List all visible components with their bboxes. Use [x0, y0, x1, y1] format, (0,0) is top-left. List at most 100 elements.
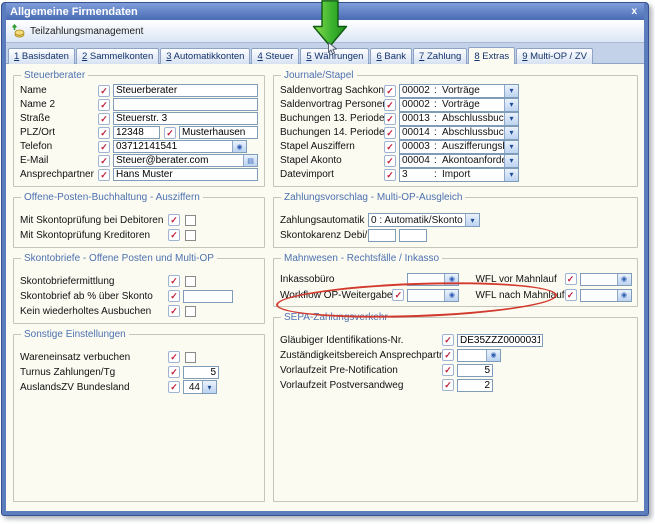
group-journale: Journale/Stapel Saldenvortrag Sachkonten…: [273, 70, 638, 187]
combo-value: 44: [184, 382, 202, 393]
telefon-input[interactable]: [114, 141, 232, 152]
zahlungsautomatik-combobox[interactable]: 0 : Automatik/Skonto ▾: [368, 213, 480, 227]
journal-combobox[interactable]: 00003 : Auszifferungsbu ▾: [399, 140, 519, 154]
wfl-vor-input[interactable]: [581, 274, 617, 285]
edit-check-icon[interactable]: ✓: [98, 85, 110, 97]
vorlaufzeit-postversandweg-input[interactable]: [457, 379, 493, 392]
auslandszv-combobox[interactable]: 44 ▾: [183, 380, 217, 394]
lookup-icon[interactable]: ◉: [486, 350, 500, 361]
edit-check-icon[interactable]: ✓: [384, 141, 396, 153]
lookup-icon[interactable]: ◉: [617, 290, 631, 301]
tab-basisdaten[interactable]: 1 Basisdaten: [8, 48, 75, 64]
chevron-down-icon[interactable]: ▾: [504, 113, 518, 125]
edit-check-icon[interactable]: ✓: [168, 351, 180, 363]
group-steuerberater: Steuerberater Name ✓ Name 2 ✓ Straße ✓: [13, 70, 265, 187]
vorlaufzeit-prenotification-input[interactable]: [457, 364, 493, 377]
field-label: Telefon: [20, 141, 98, 152]
edit-check-icon[interactable]: ✓: [565, 289, 577, 301]
chevron-down-icon[interactable]: ▾: [504, 155, 518, 167]
chevron-down-icon[interactable]: ▾: [504, 169, 518, 181]
tab-extras-active[interactable]: 8 Extras: [468, 47, 515, 64]
edit-check-icon[interactable]: ✓: [384, 99, 396, 111]
chevron-down-icon[interactable]: ▾: [504, 127, 518, 139]
journal-combobox[interactable]: 00014 : Abschlussbuchu ▾: [399, 126, 519, 140]
skontopruefung-kreditoren-checkbox[interactable]: [185, 230, 196, 241]
chevron-down-icon[interactable]: ▾: [504, 85, 518, 97]
field-label: Skontokarenz Debi/Kredi: [280, 230, 368, 241]
ort-input[interactable]: [179, 126, 258, 139]
field-label: Wareneinsatz verbuchen: [20, 352, 168, 363]
skontobrief-prozent-input[interactable]: [183, 290, 233, 303]
edit-check-icon[interactable]: ✓: [442, 364, 454, 376]
plz-input[interactable]: [113, 126, 160, 139]
edit-check-icon[interactable]: ✓: [384, 113, 396, 125]
edit-check-icon[interactable]: ✓: [565, 273, 577, 285]
tab-steuer[interactable]: 4 Steuer: [251, 48, 299, 64]
ansprechpartner-input[interactable]: [113, 168, 258, 181]
edit-check-icon[interactable]: ✓: [384, 169, 396, 181]
journal-combobox[interactable]: 00002 : Vorträge ▾: [399, 84, 519, 98]
edit-check-icon[interactable]: ✓: [442, 379, 454, 391]
edit-check-icon[interactable]: ✓: [384, 155, 396, 167]
edit-check-icon[interactable]: ✓: [384, 127, 396, 139]
chevron-down-icon[interactable]: ▾: [504, 141, 518, 153]
edit-check-icon[interactable]: ✓: [98, 99, 110, 111]
edit-check-icon[interactable]: ✓: [168, 305, 180, 317]
lookup-icon[interactable]: ◉: [617, 274, 631, 285]
chevron-down-icon[interactable]: ▾: [465, 214, 479, 226]
journal-code: 00002: [400, 85, 434, 96]
wareneinsatz-checkbox[interactable]: [185, 352, 196, 363]
edit-check-icon[interactable]: ✓: [98, 169, 110, 181]
edit-check-icon[interactable]: ✓: [98, 127, 110, 139]
edit-check-icon[interactable]: ✓: [442, 349, 454, 361]
edit-check-icon[interactable]: ✓: [168, 381, 180, 393]
tab-multi-op-zv[interactable]: 9 Multi-OP / ZV: [516, 48, 593, 64]
edit-check-icon[interactable]: ✓: [98, 141, 110, 153]
kein-wiederholtes-ausbuchen-checkbox[interactable]: [185, 306, 196, 317]
field-label: Buchungen 13. Periode: [280, 113, 384, 124]
tab-automatikkonten[interactable]: 3 Automatikkonten: [160, 48, 250, 64]
name-input[interactable]: [113, 84, 258, 97]
group-sepa: SEPA-Zahlungsverkehr Gläubiger Identifik…: [273, 312, 638, 502]
row-saldenvortrag-personenkonten: Saldenvortrag Personenk. ✓ 00002 : Vortr…: [280, 98, 631, 111]
edit-check-icon[interactable]: ✓: [168, 275, 180, 287]
field-label: Inkassobüro: [280, 274, 407, 285]
journal-combobox[interactable]: 00004 : Akontoanforder ▾: [399, 154, 519, 168]
app-window: Allgemeine Firmendaten x Teilzahlungsman…: [1, 2, 649, 516]
edit-check-icon[interactable]: ✓: [168, 366, 180, 378]
edit-check-icon[interactable]: ✓: [168, 290, 180, 302]
skontokarenz-kredi-input[interactable]: [399, 229, 427, 242]
skontokarenz-debi-input[interactable]: [368, 229, 396, 242]
glaeubiger-id-input[interactable]: [457, 334, 543, 347]
field-label: Kein wiederholtes Ausbuchen: [20, 306, 168, 317]
chevron-down-icon[interactable]: ▾: [504, 99, 518, 111]
zustaendigkeit-input[interactable]: [458, 350, 486, 361]
edit-check-icon[interactable]: ✓: [164, 127, 176, 139]
name2-input[interactable]: [113, 98, 258, 111]
tab-bank[interactable]: 6 Bank: [370, 48, 412, 64]
skontopruefung-debitoren-checkbox[interactable]: [185, 215, 196, 226]
toolbar-item-teilzahlungsmanagement[interactable]: Teilzahlungsmanagement: [11, 24, 143, 39]
journal-combobox[interactable]: 00013 : Abschlussbuchu ▾: [399, 112, 519, 126]
edit-check-icon[interactable]: ✓: [442, 334, 454, 346]
tab-zahlung[interactable]: 7 Zahlung: [413, 48, 467, 64]
wfl-nach-input[interactable]: [581, 290, 617, 301]
skontobriefermittlung-checkbox[interactable]: [185, 276, 196, 287]
phone-dial-icon[interactable]: ◉: [232, 141, 246, 152]
close-icon[interactable]: x: [628, 6, 640, 17]
edit-check-icon[interactable]: ✓: [98, 155, 110, 167]
turnus-input[interactable]: [183, 366, 219, 379]
edit-check-icon[interactable]: ✓: [384, 85, 396, 97]
edit-check-icon[interactable]: ✓: [98, 113, 110, 125]
edit-check-icon[interactable]: ✓: [168, 229, 180, 241]
email-icon[interactable]: ▤: [243, 155, 257, 166]
strasse-input[interactable]: [113, 112, 258, 125]
chevron-down-icon[interactable]: ▾: [202, 381, 216, 393]
email-input[interactable]: [114, 155, 243, 166]
tab-sammelkonten[interactable]: 2 Sammelkonten: [76, 48, 159, 64]
journal-combobox[interactable]: 00002 : Vorträge ▾: [399, 98, 519, 112]
group-title-steuerberater: Steuerberater: [21, 70, 88, 81]
edit-check-icon[interactable]: ✓: [168, 214, 180, 226]
field-label: Ansprechpartner: [20, 169, 98, 180]
journal-combobox[interactable]: 3 : Import ▾: [399, 168, 519, 182]
